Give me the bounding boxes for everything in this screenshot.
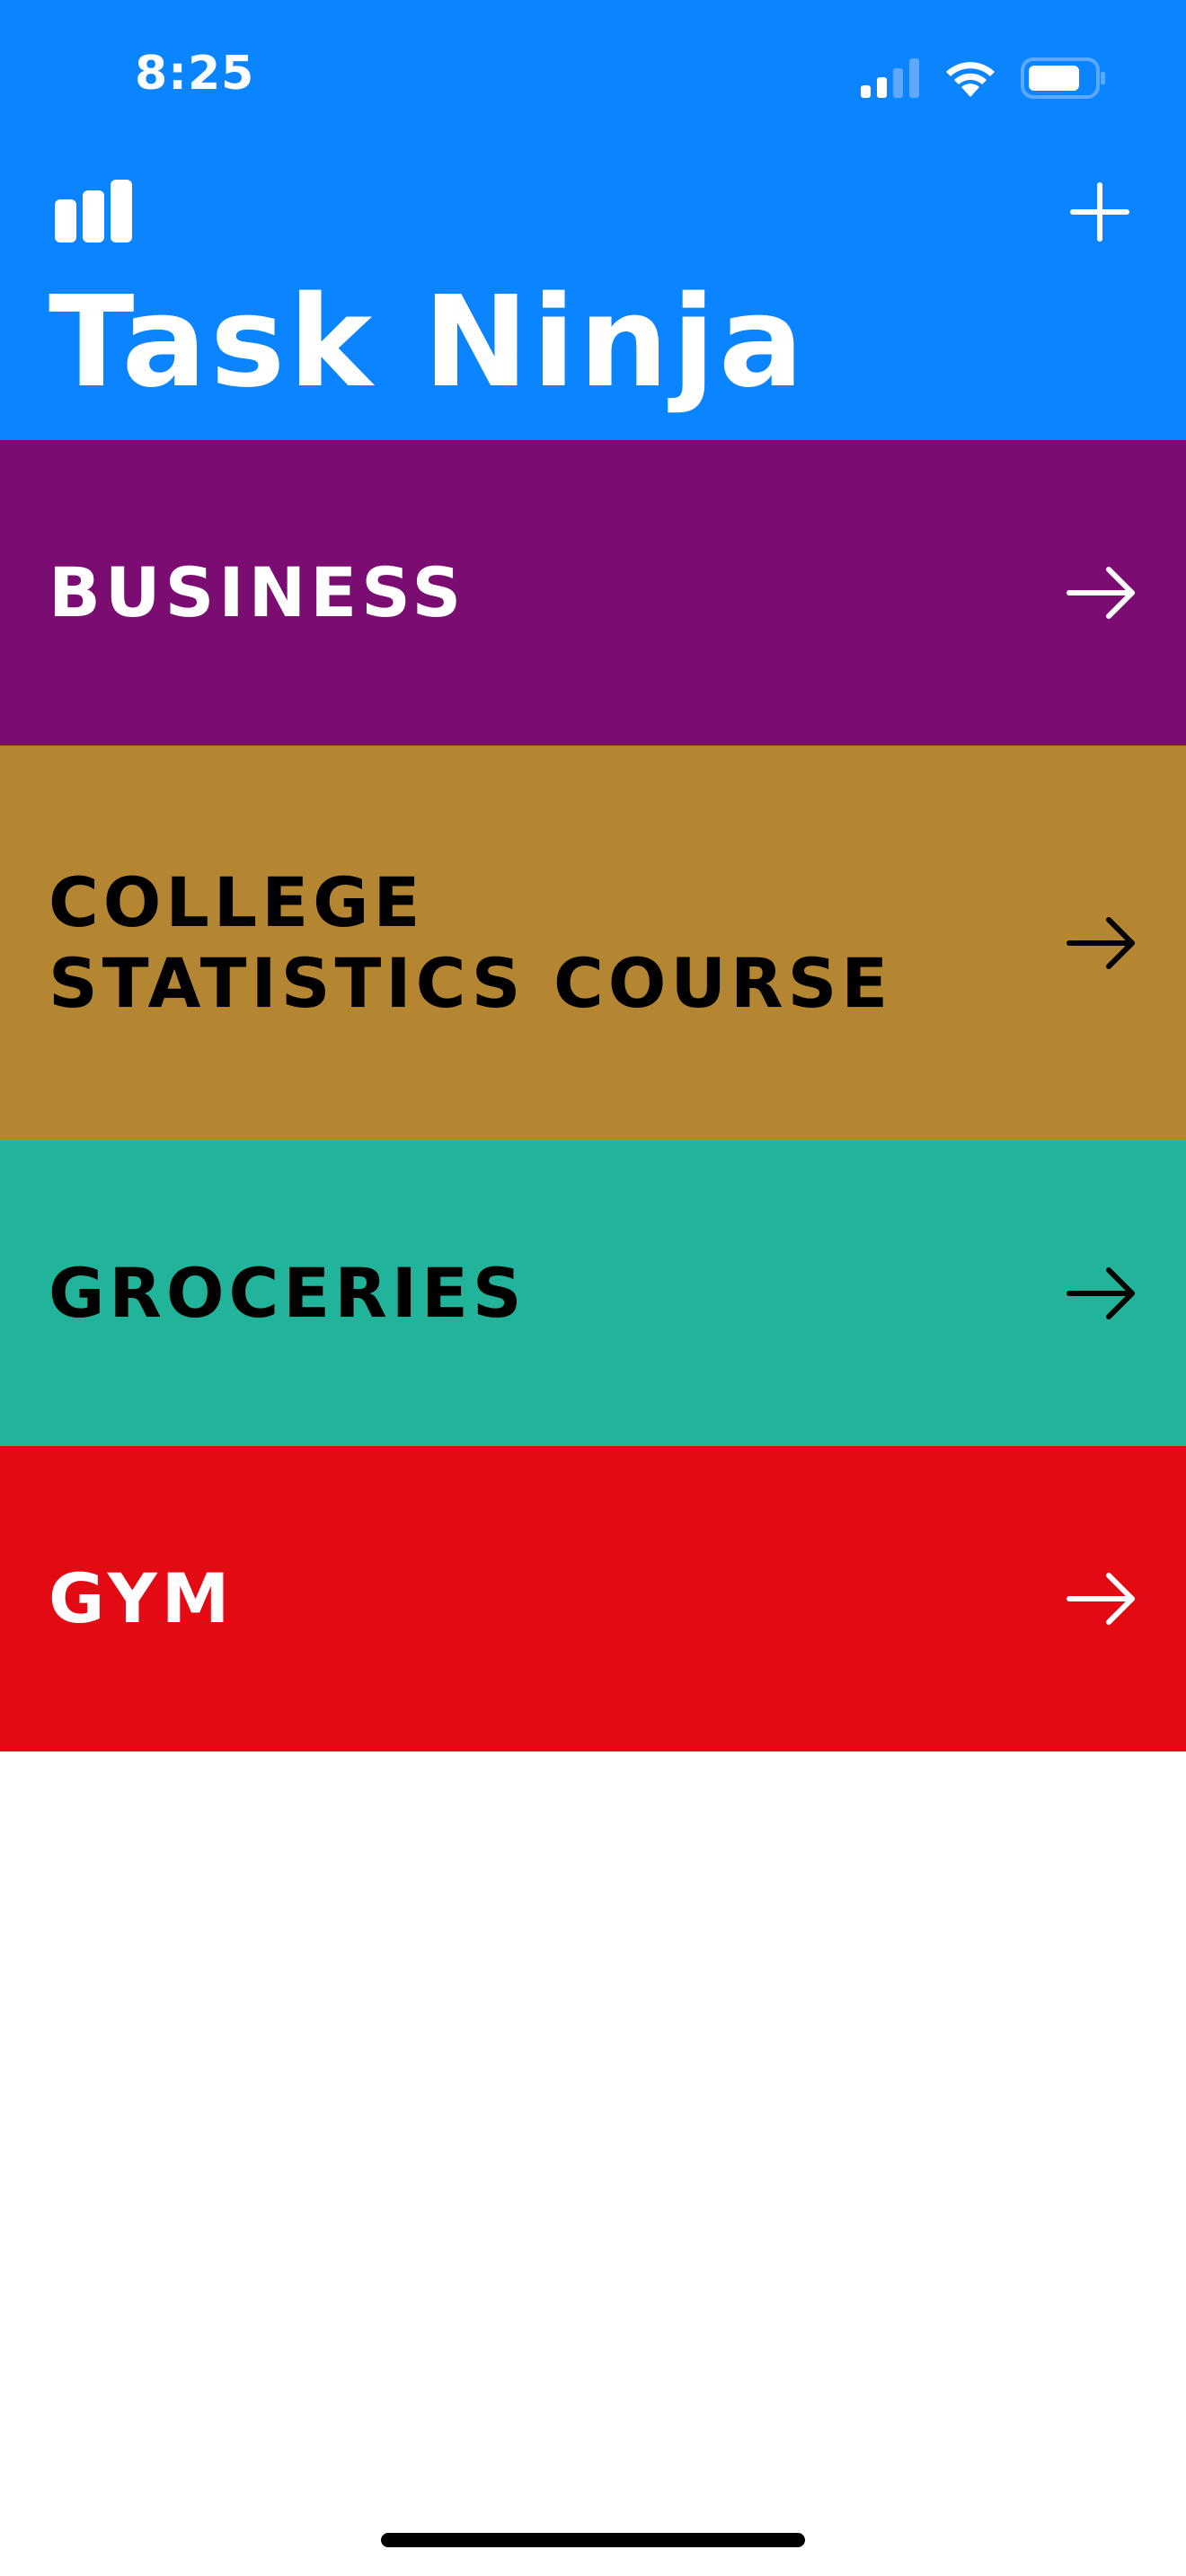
bar-chart-icon — [55, 180, 132, 243]
arrow-right-icon — [1067, 1573, 1135, 1625]
app-header: 8:25 Task Ninja — [0, 0, 1186, 440]
task-lists: BUSINESS COLLEGE STATISTICS COURSE GROCE… — [0, 440, 1186, 1751]
battery-icon — [1021, 57, 1105, 99]
list-row-business[interactable]: BUSINESS — [0, 440, 1186, 745]
arrow-right-icon — [1067, 1267, 1135, 1319]
list-row-label: GROCERIES — [49, 1253, 527, 1334]
app-title: Task Ninja — [49, 269, 808, 416]
list-row-label: BUSINESS — [49, 552, 466, 633]
status-icons — [861, 56, 1107, 101]
plus-icon — [1070, 182, 1129, 242]
wifi-icon — [946, 62, 995, 97]
app-screen: 8:25 Task Ninja BUSINESS COLLEGE STATIST… — [0, 0, 1186, 2576]
status-time: 8:25 — [135, 47, 255, 101]
add-list-button[interactable] — [1064, 176, 1136, 248]
list-row-label: GYM — [49, 1558, 235, 1639]
arrow-right-icon — [1067, 917, 1135, 969]
home-indicator[interactable] — [381, 2533, 805, 2547]
stats-button[interactable] — [50, 176, 140, 248]
cellular-signal-icon — [861, 58, 919, 98]
arrow-right-icon — [1067, 567, 1135, 619]
list-row-gym[interactable]: GYM — [0, 1446, 1186, 1751]
list-row-groceries[interactable]: GROCERIES — [0, 1141, 1186, 1446]
list-row-college-statistics-course[interactable]: COLLEGE STATISTICS COURSE — [0, 745, 1186, 1141]
list-row-label: COLLEGE STATISTICS COURSE — [49, 862, 893, 1023]
